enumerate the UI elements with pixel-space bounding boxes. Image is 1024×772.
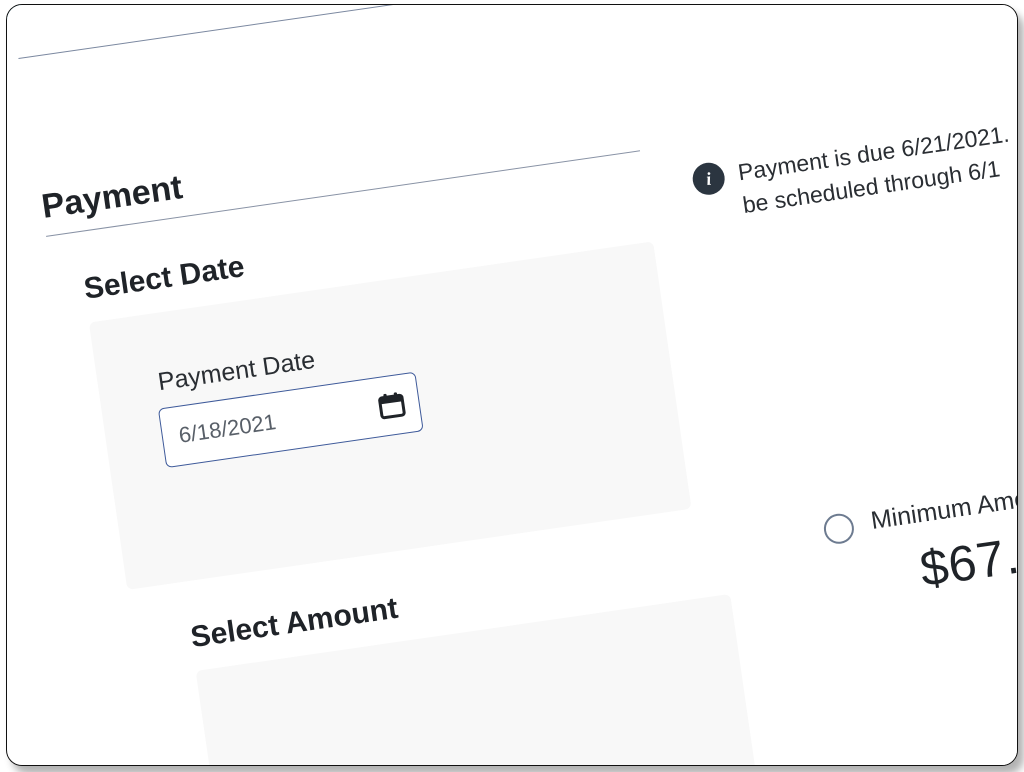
select-date-heading: Select Date <box>82 250 247 307</box>
payment-date-input[interactable] <box>177 399 349 449</box>
payment-card: Payment Select Date Payment Date i Payme… <box>6 4 1018 766</box>
info-text: Payment is due 6/21/2021. be scheduled t… <box>736 118 1016 223</box>
minimum-amount-option[interactable]: Minimum Amo $67.89 <box>821 450 1018 510</box>
top-divider <box>18 4 1018 59</box>
minimum-amount-value: $67.89 <box>916 519 1018 599</box>
minimum-amount-label: Minimum Amo <box>869 485 1018 536</box>
info-icon: i <box>691 161 727 197</box>
payment-due-info: i Payment is due 6/21/2021. be scheduled… <box>690 78 1018 230</box>
app-frame: Payment Select Date Payment Date i Payme… <box>6 4 1018 766</box>
minimum-amount-radio[interactable] <box>822 512 856 546</box>
rotated-stage: Payment Select Date Payment Date i Payme… <box>6 4 1018 766</box>
calendar-icon[interactable] <box>375 388 409 422</box>
